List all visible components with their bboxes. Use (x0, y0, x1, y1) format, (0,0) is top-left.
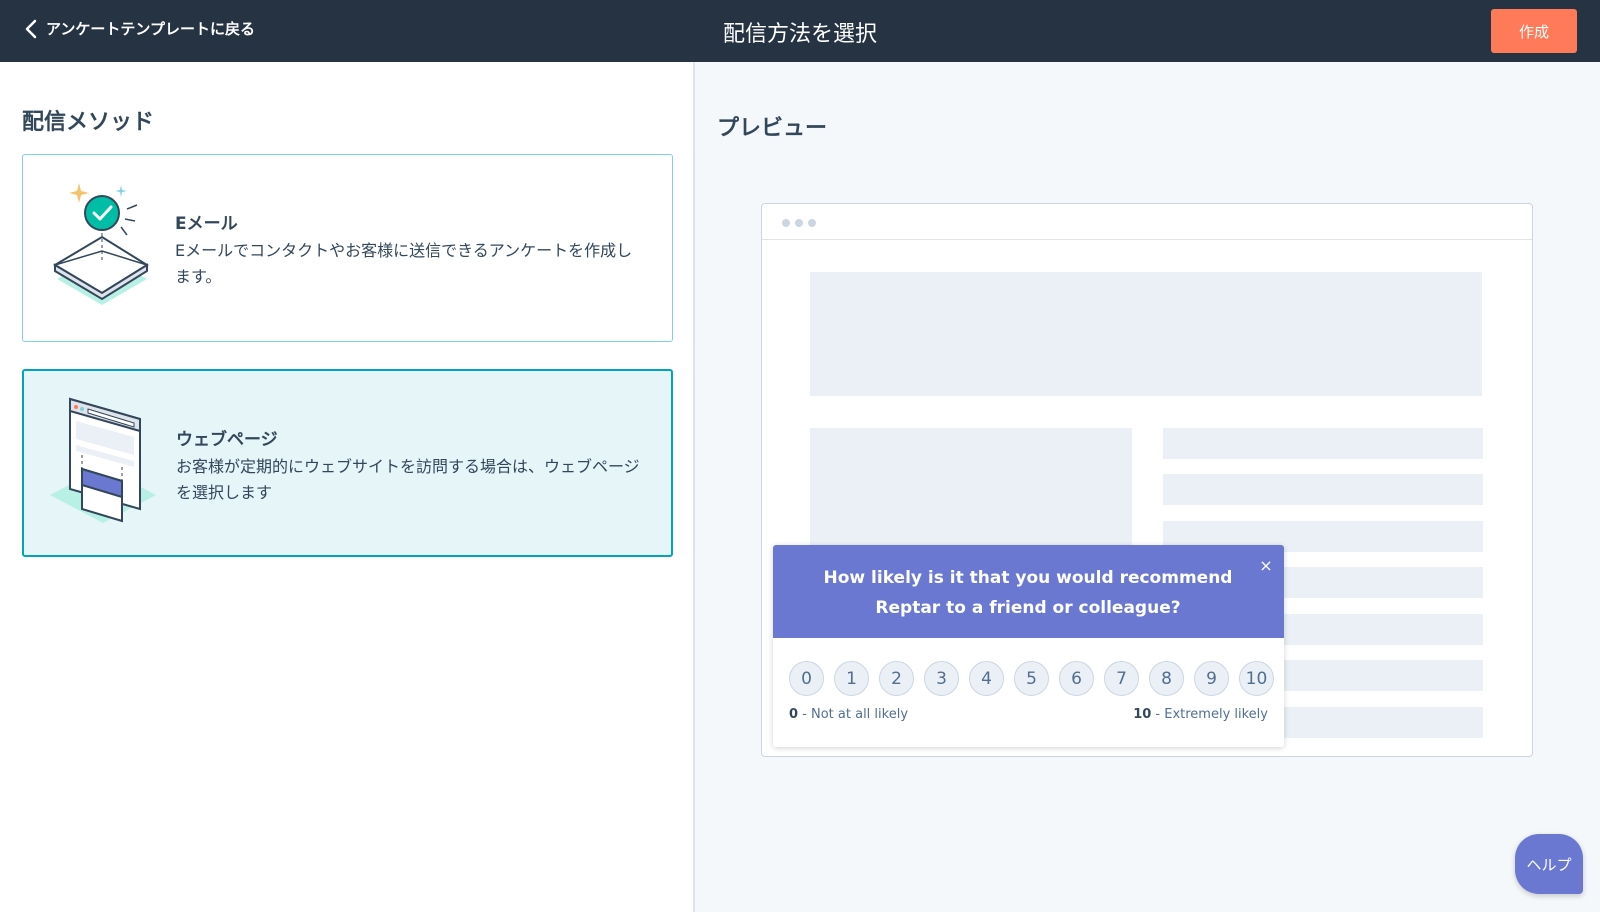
nps-score-button[interactable]: 5 (1014, 661, 1049, 696)
nps-score-button[interactable]: 4 (969, 661, 1004, 696)
method-title: Eメール (175, 214, 238, 234)
nps-score-button[interactable]: 1 (834, 661, 869, 696)
window-dot (795, 219, 803, 227)
method-card-email[interactable]: Eメール Eメールでコンタクトやお客様に送信できるアンケートを作成します。 (22, 154, 673, 342)
scale-low-label: 0 - Not at all likely (789, 707, 908, 722)
scale-high-text: - Extremely likely (1151, 707, 1268, 722)
placeholder-line (1163, 428, 1483, 459)
help-button[interactable]: ヘルプ (1515, 834, 1583, 894)
webpage-illustration (50, 397, 156, 523)
method-card-text: ウェブページ お客様が定期的にウェブサイトを訪問する場合は、ウェブページを選択し… (176, 425, 646, 506)
window-dot (782, 219, 790, 227)
preview-panel: プレビュー How likely is it that you would re… (697, 62, 1600, 912)
section-title: 配信メソッド (22, 110, 155, 135)
chevron-left-icon (25, 19, 37, 38)
nps-score-button[interactable]: 6 (1059, 661, 1094, 696)
nps-score-button[interactable]: 3 (924, 661, 959, 696)
nps-score-button[interactable]: 7 (1104, 661, 1139, 696)
window-dots (782, 219, 816, 227)
top-header: アンケートテンプレートに戻る 配信方法を選択 作成 (0, 0, 1600, 62)
nps-score-button[interactable]: 8 (1149, 661, 1184, 696)
scale-high-value: 10 (1133, 707, 1152, 722)
method-description: Eメールでコンタクトやお客様に送信できるアンケートを作成します。 (175, 241, 633, 286)
placeholder-block (810, 428, 1132, 552)
nps-scale: 0 1 2 3 4 5 6 7 8 9 10 (789, 661, 1274, 696)
placeholder-line (1163, 474, 1483, 505)
create-button[interactable]: 作成 (1491, 9, 1577, 53)
nps-score-button[interactable]: 10 (1239, 661, 1274, 696)
back-link-label: アンケートテンプレートに戻る (46, 20, 255, 38)
window-dot (808, 219, 816, 227)
email-envelope-illustration (53, 183, 149, 305)
preview-title: プレビュー (717, 116, 828, 141)
method-description: お客様が定期的にウェブサイトを訪問する場合は、ウェブページを選択します (176, 457, 640, 502)
method-panel: 配信メソッド Eメール Eメールでコンタクトやお客様に送信できるアンケートを作成… (0, 62, 695, 912)
back-to-templates-link[interactable]: アンケートテンプレートに戻る (24, 18, 255, 39)
scale-low-value: 0 (789, 707, 799, 722)
method-title: ウェブページ (176, 430, 278, 450)
nps-score-button[interactable]: 9 (1194, 661, 1229, 696)
close-icon[interactable]: × (1257, 557, 1275, 575)
nps-score-button[interactable]: 2 (879, 661, 914, 696)
survey-question: How likely is it that you would recommen… (823, 568, 1233, 618)
method-card-text: Eメール Eメールでコンタクトやお客様に送信できるアンケートを作成します。 (175, 209, 645, 290)
survey-header: How likely is it that you would recommen… (773, 545, 1284, 638)
nps-score-button[interactable]: 0 (789, 661, 824, 696)
scale-high-label: 10 - Extremely likely (1133, 707, 1268, 722)
nps-survey-popup: How likely is it that you would recommen… (773, 545, 1284, 747)
placeholder-banner (810, 272, 1482, 396)
scale-low-text: - Not at all likely (798, 707, 909, 722)
browser-toolbar (762, 204, 1532, 240)
method-card-webpage[interactable]: ウェブページ お客様が定期的にウェブサイトを訪問する場合は、ウェブページを選択し… (22, 369, 673, 557)
